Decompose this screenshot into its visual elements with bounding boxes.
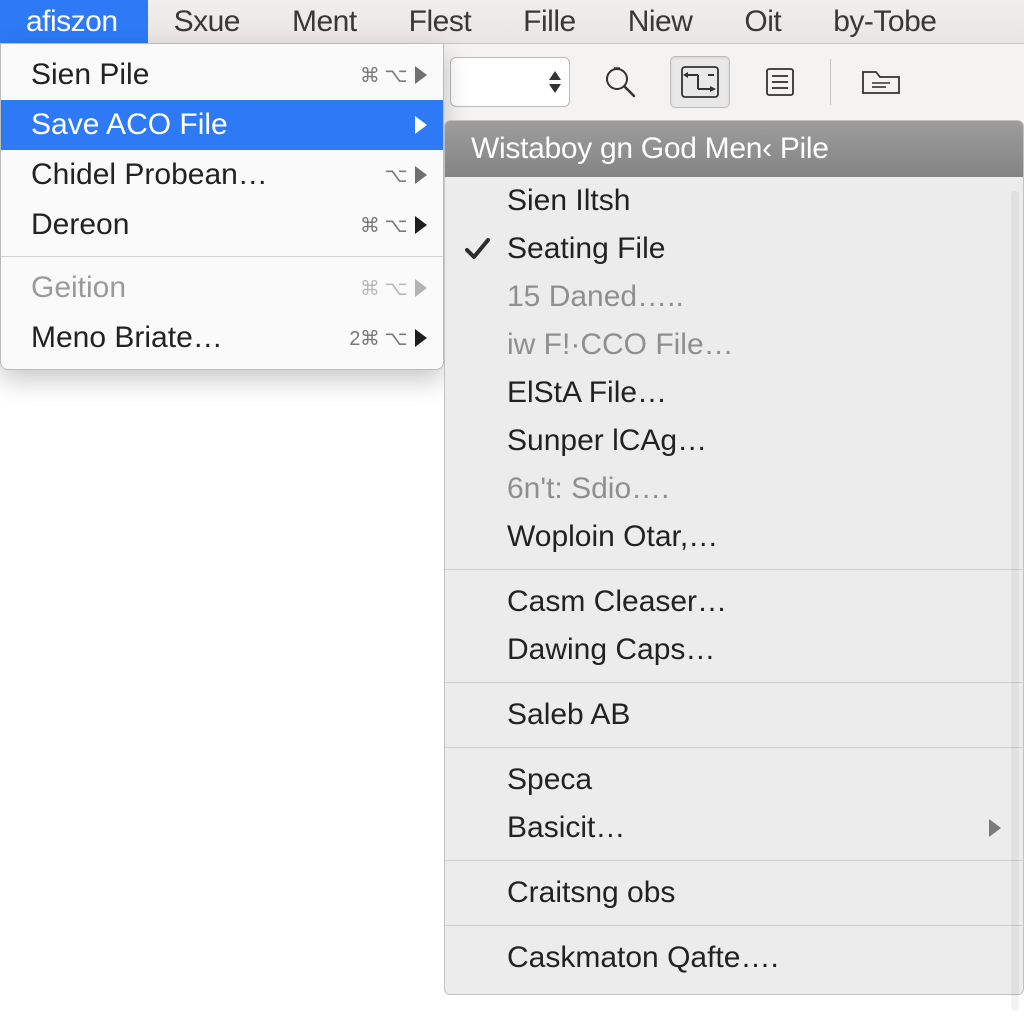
toolbar-folder[interactable] [851,56,911,108]
submenu-header: Wistaboy gn God Men‹ Pile [445,121,1023,177]
submenu-item[interactable]: Speca [445,756,1023,804]
submenu-separator [445,569,1023,570]
folder-icon [860,65,902,99]
submenu-item[interactable]: Dawing Caps… [445,626,1023,674]
menuitem-save-aco-file[interactable]: Save ACO File [1,100,443,150]
submenu-item[interactable]: Sunper lCAg… [445,417,1023,465]
submenu-item[interactable]: Sien Iltsh [445,177,1023,225]
menuitem-geition[interactable]: Geition ⌘ ⌥ [1,263,443,313]
checkmark-icon [463,235,491,263]
menu-fille[interactable]: Fille [497,0,602,43]
menu-niew[interactable]: Niew [602,0,719,43]
submenu-item[interactable]: 15 Daned….. [445,273,1023,321]
submenu-item[interactable]: Woploin Otar,… [445,513,1023,561]
menubar: afiszon Sxue Ment Flest Fille Niew Oit b… [0,0,1024,44]
menu-separator [1,256,443,257]
scrollbar[interactable] [1011,191,1019,1011]
toolbar-combo[interactable] [450,57,570,107]
menuitem-meno-briate[interactable]: Meno Briate… 2⌘ ⌥ [1,313,443,363]
menuitem-chidel-probean[interactable]: Chidel Probean… ⌥ [1,150,443,200]
submenu-item[interactable]: Saleb AB [445,691,1023,739]
toolbar-document[interactable] [750,56,810,108]
flowchart-icon [680,65,720,99]
magnify-icon [602,64,638,100]
stepper-icon [549,71,561,93]
toolbar-separator [830,59,831,105]
menuitem-dereon[interactable]: Dereon ⌘ ⌥ [1,200,443,250]
submenu-separator [445,925,1023,926]
toolbar-magnify[interactable] [590,56,650,108]
submenu-item[interactable]: iw F!·CCO File… [445,321,1023,369]
submenu-item[interactable]: Caskmaton Qafte…. [445,934,1023,982]
submenu-item[interactable]: ElStA File… [445,369,1023,417]
toolbar [440,44,1024,120]
submenu-item[interactable]: 6n't: Sdio…. [445,465,1023,513]
submenu-item-basicit[interactable]: Basicit… [445,804,1023,852]
submenu-item[interactable]: Craitsng obs [445,869,1023,917]
chevron-right-icon [989,819,1001,837]
menu-flest[interactable]: Flest [383,0,498,43]
menu-sxue[interactable]: Sxue [148,0,266,43]
menu-afiszon[interactable]: afiszon [0,0,148,43]
menuitem-sien-pile[interactable]: Sien Pile ⌘ ⌥ [1,50,443,100]
submenu-separator [445,682,1023,683]
submenu-panel: Wistaboy gn God Men‹ Pile Sien Iltsh Sea… [444,120,1024,995]
submenu-separator [445,860,1023,861]
menu-oit[interactable]: Oit [718,0,807,43]
document-icon [763,65,797,99]
submenu-separator [445,747,1023,748]
dropdown-menu: Sien Pile ⌘ ⌥ Save ACO File Chidel Probe… [0,44,444,370]
menu-ment[interactable]: Ment [266,0,383,43]
submenu-item[interactable]: Casm Cleaser… [445,578,1023,626]
submenu-item-seating-file[interactable]: Seating File [445,225,1023,273]
menu-bytobe[interactable]: by-Tobe [807,0,962,43]
toolbar-flowchart[interactable] [670,56,730,108]
